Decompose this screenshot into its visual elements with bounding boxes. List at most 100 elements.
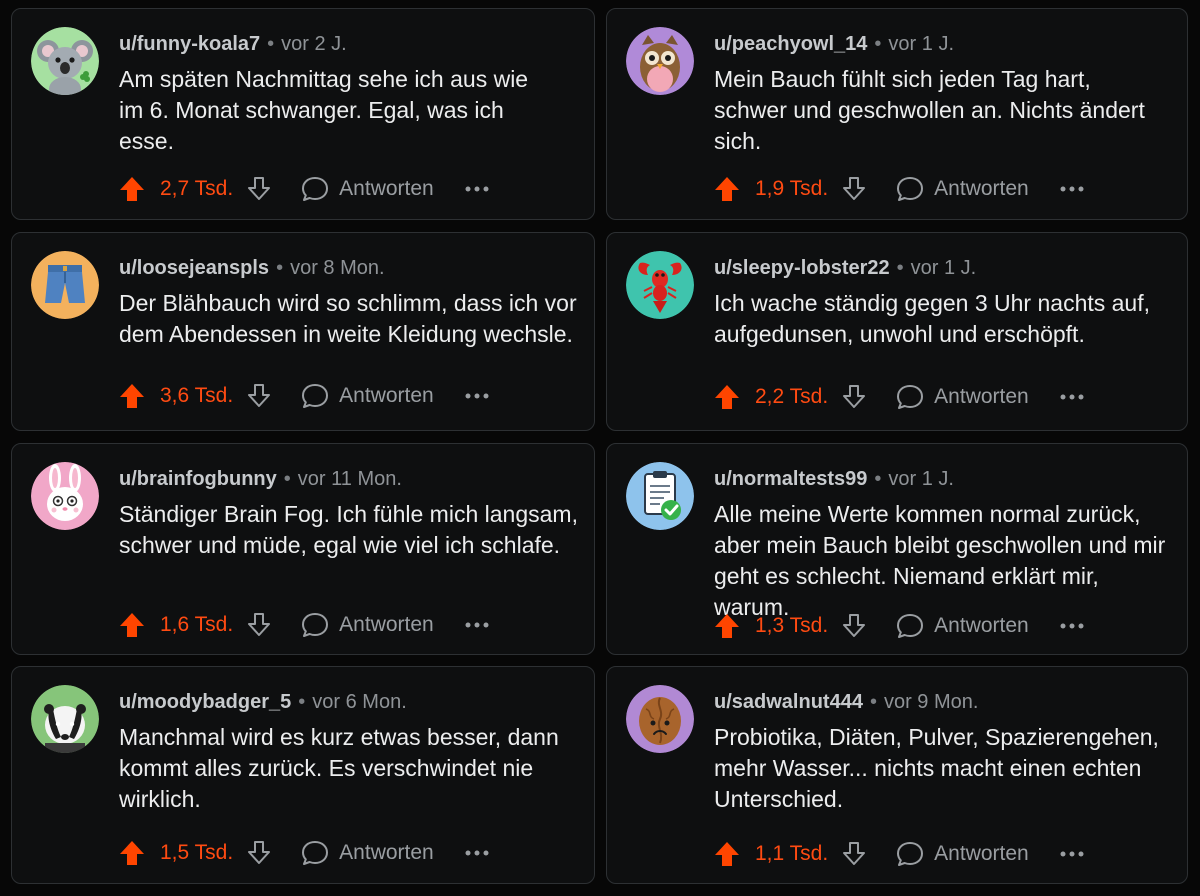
more-options-icon[interactable] bbox=[464, 621, 490, 629]
comment-bubble-icon bbox=[302, 177, 329, 201]
more-options-icon[interactable] bbox=[464, 392, 490, 400]
reply-button[interactable]: Antworten bbox=[301, 382, 434, 410]
downvote-icon[interactable] bbox=[245, 839, 273, 867]
comment-line: schwer und müde, egal wie viel ich schla… bbox=[119, 532, 561, 558]
reply-label: Antworten bbox=[934, 614, 1029, 637]
comment-line: Ich wache ständig gegen 3 Uhr nachts auf… bbox=[714, 290, 1151, 316]
comment-text: Am späten Nachmittag sehe ich aus wie im… bbox=[119, 64, 584, 157]
comment-line: aufgedunsen, unwohl und erschöpft. bbox=[714, 321, 1085, 347]
comment-actions: 3,6 Tsd. Antworten bbox=[118, 381, 490, 411]
more-options-icon[interactable] bbox=[464, 185, 490, 193]
more-options-icon[interactable] bbox=[1059, 393, 1085, 401]
username[interactable]: u/funny-koala7 bbox=[119, 33, 260, 55]
comment-text: Der Blähbauch wird so schlimm, dass ich … bbox=[119, 288, 584, 350]
vote-count: 2,7 Tsd. bbox=[160, 177, 234, 200]
downvote-icon[interactable] bbox=[840, 612, 868, 640]
separator-dot: • bbox=[896, 257, 904, 279]
timestamp: vor 1 J. bbox=[910, 257, 977, 279]
clipboard-check-icon[interactable] bbox=[626, 462, 694, 530]
upvote-icon[interactable] bbox=[713, 612, 741, 640]
reply-button[interactable]: Antworten bbox=[896, 175, 1029, 203]
reply-label: Antworten bbox=[934, 842, 1029, 865]
more-options-icon[interactable] bbox=[1059, 185, 1085, 193]
comment-text: Ständiger Brain Fog. Ich fühle mich lang… bbox=[119, 499, 584, 561]
upvote-icon[interactable] bbox=[713, 175, 741, 203]
vote-count: 2,2 Tsd. bbox=[755, 385, 829, 408]
koala-icon[interactable] bbox=[31, 27, 99, 95]
comment-text: Ich wache ständig gegen 3 Uhr nachts auf… bbox=[714, 288, 1177, 350]
comment-text: Manchmal wird es kurz etwas besser, dann… bbox=[119, 722, 584, 815]
comment-line: Probiotika, Diäten, Pulver, Spazierengeh… bbox=[714, 724, 1159, 750]
walnut-icon[interactable] bbox=[626, 685, 694, 753]
comment-card: u/brainfogbunny • vor 11 Mon. Ständiger Br… bbox=[11, 443, 595, 655]
downvote-icon[interactable] bbox=[245, 382, 273, 410]
reply-label: Antworten bbox=[934, 177, 1029, 200]
reply-label: Antworten bbox=[934, 385, 1029, 408]
comment-card: u/loosejeanspls • vor 8 Mon. Der Blähbauch… bbox=[11, 232, 595, 431]
separator-dot: • bbox=[283, 468, 291, 490]
downvote-icon[interactable] bbox=[245, 175, 273, 203]
lobster-icon[interactable] bbox=[626, 251, 694, 319]
username[interactable]: u/peachyowl_14 bbox=[714, 33, 867, 55]
jeans-shorts-icon[interactable] bbox=[31, 251, 99, 319]
reply-label: Antworten bbox=[339, 177, 434, 200]
upvote-icon[interactable] bbox=[118, 839, 146, 867]
reply-label: Antworten bbox=[339, 613, 434, 636]
downvote-icon[interactable] bbox=[840, 383, 868, 411]
reply-label: Antworten bbox=[339, 384, 434, 407]
reply-button[interactable]: Antworten bbox=[301, 175, 434, 203]
bunny-icon[interactable] bbox=[31, 462, 99, 530]
comment-actions: 1,1 Tsd. Antworten bbox=[713, 839, 1085, 869]
comment-line: Mein Bauch fühlt sich jeden Tag hart, bbox=[714, 66, 1091, 92]
comment-bubble-icon bbox=[302, 613, 329, 637]
owl-icon[interactable] bbox=[626, 27, 694, 95]
username[interactable]: u/sleepy-lobster22 bbox=[714, 257, 890, 279]
more-options-icon[interactable] bbox=[464, 849, 490, 857]
upvote-icon[interactable] bbox=[118, 175, 146, 203]
username[interactable]: u/sadwalnut444 bbox=[714, 691, 863, 713]
comment-card: u/normaltests99 • vor 1 J. Alle meine Wert… bbox=[606, 443, 1188, 655]
comment-line: aber mein Bauch bleibt geschwollen und m… bbox=[714, 532, 1166, 558]
vote-count: 1,9 Tsd. bbox=[755, 177, 829, 200]
upvote-icon[interactable] bbox=[118, 611, 146, 639]
badger-icon[interactable] bbox=[31, 685, 99, 753]
upvote-icon[interactable] bbox=[713, 383, 741, 411]
comment-bubble-icon bbox=[897, 177, 924, 201]
upvote-icon[interactable] bbox=[713, 840, 741, 868]
vote-count: 1,1 Tsd. bbox=[755, 842, 829, 865]
reply-button[interactable]: Antworten bbox=[301, 611, 434, 639]
comment-card: u/moodybadger_5 • vor 6 Mon. Manchmal wird… bbox=[11, 666, 595, 884]
vote-count: 1,3 Tsd. bbox=[755, 614, 829, 637]
comment-actions: 1,3 Tsd. Antworten bbox=[713, 611, 1085, 641]
comment-line: Unterschied. bbox=[714, 786, 844, 812]
username[interactable]: u/loosejeanspls bbox=[119, 257, 269, 279]
timestamp: vor 11 Mon. bbox=[297, 468, 402, 490]
reply-button[interactable]: Antworten bbox=[301, 839, 434, 867]
more-options-icon[interactable] bbox=[1059, 850, 1085, 858]
username[interactable]: u/brainfogbunny bbox=[119, 468, 277, 490]
comment-bubble-icon bbox=[897, 614, 924, 638]
comment-line: Manchmal wird es kurz etwas besser, dann bbox=[119, 724, 559, 750]
comment-line: Alle meine Werte kommen normal zurück, bbox=[714, 501, 1141, 527]
downvote-icon[interactable] bbox=[840, 840, 868, 868]
comment-text: Alle meine Werte kommen normal zurück, a… bbox=[714, 499, 1177, 623]
username[interactable]: u/normaltests99 bbox=[714, 468, 867, 490]
upvote-icon[interactable] bbox=[118, 382, 146, 410]
reply-button[interactable]: Antworten bbox=[896, 840, 1029, 868]
reply-button[interactable]: Antworten bbox=[896, 383, 1029, 411]
downvote-icon[interactable] bbox=[245, 611, 273, 639]
comment-line: Der Blähbauch wird so schlimm, dass ich … bbox=[119, 290, 577, 316]
username[interactable]: u/moodybadger_5 bbox=[119, 691, 291, 713]
comment-bubble-icon bbox=[897, 842, 924, 866]
comment-card: u/funny-koala7 • vor 2 J. Am späten Nachmi… bbox=[11, 8, 595, 220]
comment-actions: 1,5 Tsd. Antworten bbox=[118, 838, 490, 868]
comment-line: Am späten Nachmittag sehe ich aus wie bbox=[119, 66, 529, 92]
comment-line: mehr Wasser... nichts macht einen echten bbox=[714, 755, 1142, 781]
reply-button[interactable]: Antworten bbox=[896, 612, 1029, 640]
timestamp: vor 1 J. bbox=[888, 468, 954, 490]
comment-line: kommt alles zurück. Es verschwindet nie bbox=[119, 755, 534, 781]
comment-line: esse. bbox=[119, 128, 174, 154]
downvote-icon[interactable] bbox=[840, 175, 868, 203]
more-options-icon[interactable] bbox=[1059, 622, 1085, 630]
separator-dot: • bbox=[874, 468, 882, 490]
